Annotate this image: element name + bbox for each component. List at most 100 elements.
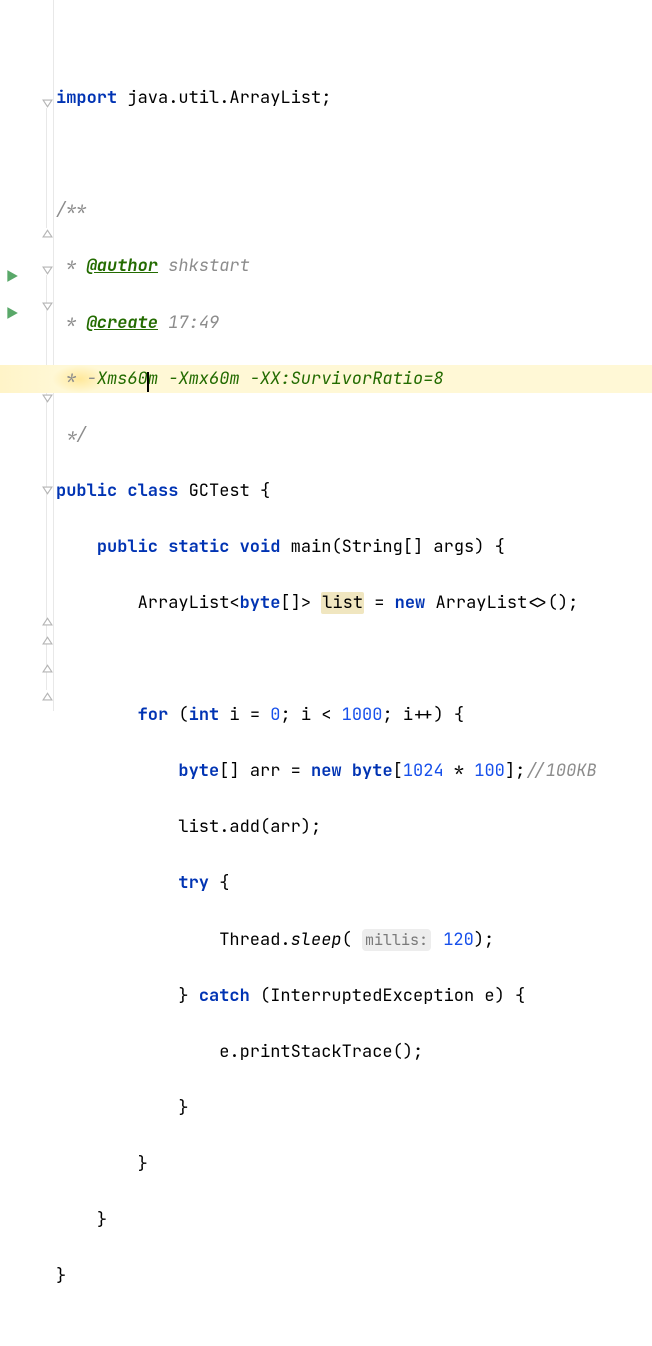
parameter-hint: millis: bbox=[362, 929, 431, 951]
keyword: import bbox=[56, 87, 117, 109]
text: [] arr = bbox=[219, 760, 311, 782]
fold-toggle-icon[interactable] bbox=[40, 484, 54, 498]
code-line[interactable]: ArrayList<byte[]> list = new ArrayList<>… bbox=[56, 589, 652, 617]
text: ); bbox=[474, 929, 494, 951]
number: 120 bbox=[443, 929, 474, 951]
keyword: byte bbox=[178, 760, 219, 782]
text: [ bbox=[393, 760, 403, 782]
text: (InterruptedException e) { bbox=[250, 985, 525, 1007]
text: e.printStackTrace(); bbox=[219, 1041, 423, 1063]
code-line[interactable]: import java.util.ArrayList; bbox=[56, 84, 652, 112]
javadoc-star: * - bbox=[56, 368, 97, 390]
keyword: for bbox=[138, 704, 169, 726]
code-line-highlighted[interactable]: * -Xms60m -Xmx60m -XX:SurvivorRatio=8 bbox=[56, 365, 652, 393]
method-name: sleep bbox=[291, 929, 342, 951]
keyword: byte bbox=[352, 760, 393, 782]
brace: } bbox=[138, 1153, 148, 1175]
number: 1000 bbox=[342, 704, 383, 726]
fold-toggle-icon[interactable] bbox=[40, 300, 54, 314]
keyword: byte bbox=[240, 592, 281, 614]
javadoc-star: * bbox=[56, 255, 87, 277]
code-line[interactable]: list.add(arr); bbox=[56, 813, 652, 841]
code-line[interactable]: } bbox=[56, 1094, 652, 1122]
text: i = bbox=[219, 704, 270, 726]
method-name: main bbox=[291, 536, 332, 558]
text: list.add(arr); bbox=[178, 816, 321, 838]
text bbox=[342, 760, 352, 782]
fold-toggle-icon[interactable] bbox=[40, 264, 54, 278]
code-line[interactable]: public class GCTest { bbox=[56, 477, 652, 505]
code-line[interactable]: byte[] arr = new byte[1024 * 100];//100K… bbox=[56, 757, 652, 785]
fold-end-icon[interactable] bbox=[40, 225, 54, 239]
fold-end-icon[interactable] bbox=[40, 632, 54, 646]
javadoc-star: * bbox=[56, 312, 87, 334]
text: = bbox=[364, 592, 395, 614]
fold-end-icon[interactable] bbox=[40, 688, 54, 702]
text-caret bbox=[147, 372, 149, 392]
number: 0 bbox=[270, 704, 280, 726]
run-gutter-icon[interactable] bbox=[5, 264, 19, 278]
brace: } bbox=[56, 1265, 66, 1287]
variable-highlighted: list bbox=[321, 592, 364, 614]
number: 1024 bbox=[403, 760, 444, 782]
text: Thread. bbox=[219, 929, 290, 951]
javadoc-close: */ bbox=[56, 424, 87, 446]
text: []> bbox=[280, 592, 321, 614]
keyword: int bbox=[189, 704, 220, 726]
text: ( bbox=[342, 929, 362, 951]
fold-toggle-icon[interactable] bbox=[40, 392, 54, 406]
gutter bbox=[0, 0, 40, 711]
code-line[interactable]: * @create 17:49 bbox=[56, 309, 652, 337]
comment: //100KB bbox=[525, 760, 596, 782]
keyword: public static void bbox=[97, 536, 291, 558]
keyword: try bbox=[178, 872, 209, 894]
text: } bbox=[178, 985, 198, 1007]
jvm-arg: m -Xmx60m -XX:SurvivorRatio=8 bbox=[148, 368, 444, 390]
text: GCTest { bbox=[189, 480, 271, 502]
text: ]; bbox=[505, 760, 525, 782]
jvm-arg: Xms60 bbox=[97, 368, 148, 390]
keyword: new bbox=[395, 592, 426, 614]
javadoc-tag: @author bbox=[87, 255, 158, 277]
run-gutter-icon[interactable] bbox=[5, 301, 19, 315]
javadoc-tag: @create bbox=[87, 312, 158, 334]
code-line[interactable]: try { bbox=[56, 869, 652, 897]
code-line[interactable]: } bbox=[56, 1262, 652, 1290]
code-editor[interactable]: import java.util.ArrayList; /** * @autho… bbox=[0, 0, 652, 711]
text: ( bbox=[168, 704, 188, 726]
fold-toggle-icon[interactable] bbox=[40, 97, 54, 111]
text: ; i++) { bbox=[382, 704, 464, 726]
keyword: public class bbox=[56, 480, 189, 502]
text: * bbox=[444, 760, 475, 782]
javadoc-open: /** bbox=[56, 199, 87, 221]
keyword: catch bbox=[199, 985, 250, 1007]
number: 100 bbox=[474, 760, 505, 782]
fold-end-icon[interactable] bbox=[40, 660, 54, 674]
code-line[interactable]: */ bbox=[56, 421, 652, 449]
code-line[interactable]: e.printStackTrace(); bbox=[56, 1038, 652, 1066]
text: (String[] args) { bbox=[331, 536, 504, 558]
code-line[interactable] bbox=[56, 645, 652, 673]
keyword: new bbox=[311, 760, 342, 782]
code-line[interactable]: for (int i = 0; i < 1000; i++) { bbox=[56, 701, 652, 729]
brace: } bbox=[178, 1097, 188, 1119]
code-line[interactable]: } bbox=[56, 1150, 652, 1178]
fold-column bbox=[40, 0, 54, 711]
brace: } bbox=[97, 1209, 107, 1231]
text: ArrayList< bbox=[138, 592, 240, 614]
code-area[interactable]: import java.util.ArrayList; /** * @autho… bbox=[54, 0, 652, 711]
fold-end-icon[interactable] bbox=[40, 613, 54, 627]
code-line[interactable]: } bbox=[56, 1206, 652, 1234]
code-line[interactable]: /** bbox=[56, 196, 652, 224]
code-line[interactable] bbox=[56, 28, 652, 56]
javadoc-text: 17:49 bbox=[158, 312, 219, 334]
code-line[interactable]: public static void main(String[] args) { bbox=[56, 533, 652, 561]
code-line[interactable]: Thread.sleep( millis: 120); bbox=[56, 926, 652, 954]
code-line[interactable]: } catch (InterruptedException e) { bbox=[56, 982, 652, 1010]
code-line[interactable]: * @author shkstart bbox=[56, 252, 652, 280]
text: java.util.ArrayList; bbox=[117, 87, 331, 109]
text: { bbox=[209, 872, 229, 894]
text: ; i < bbox=[280, 704, 341, 726]
text: ArrayList<>(); bbox=[425, 592, 578, 614]
code-line[interactable] bbox=[56, 140, 652, 168]
